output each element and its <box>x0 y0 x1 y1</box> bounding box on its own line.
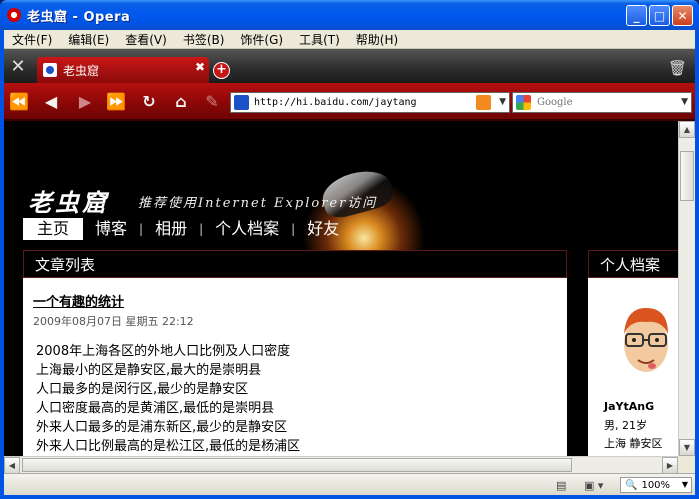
edit-icon[interactable]: ✎ <box>201 92 223 112</box>
site-subtitle: 推荐使用Internet Explorer访问 <box>138 196 378 211</box>
tools-icon[interactable]: ✕ <box>8 57 28 77</box>
profile-box: 个人档案 JaYtAnG 男, 21岁 上海 静安区 <box>588 250 678 456</box>
reload-icon[interactable]: ↻ <box>138 92 160 112</box>
menu-widgets[interactable]: 饰件(G) <box>232 31 291 48</box>
profile-gender-age: 男, 21岁 <box>604 419 647 432</box>
trash-icon[interactable]: 🗑 <box>668 59 687 77</box>
horizontal-scrollbar[interactable]: ◀ ▶ <box>4 456 678 474</box>
post-line: 上海最小的区是静安区,最大的是崇明县 <box>36 363 262 378</box>
avatar[interactable] <box>618 294 674 384</box>
search-dropdown-icon[interactable]: ▼ <box>681 97 688 107</box>
baidu-icon <box>43 63 57 77</box>
forward-icon[interactable]: ▶ <box>74 92 96 112</box>
navigation-bar: ⏪ ◀ ▶ ⏩ ↻ ⌂ ✎ ▼ ▼ <box>4 83 695 121</box>
scroll-right-icon[interactable]: ▶ <box>662 457 678 474</box>
menu-bookmarks[interactable]: 书签(B) <box>175 31 233 48</box>
profile-name[interactable]: JaYtAnG <box>604 400 654 413</box>
menu-file[interactable]: 文件(F) <box>4 31 60 48</box>
rss-icon[interactable] <box>476 95 491 110</box>
tab-close-icon[interactable]: ✖ <box>195 60 205 74</box>
google-icon <box>516 95 531 110</box>
nav-home[interactable]: 主页 <box>23 218 84 240</box>
nav-blog[interactable]: 博客 <box>83 218 139 240</box>
post-line: 人口密度最高的是黄浦区,最低的是崇明县 <box>36 401 275 416</box>
profile-location: 上海 静安区 <box>604 437 663 450</box>
menu-help[interactable]: 帮助(H) <box>348 31 406 48</box>
scroll-corner <box>678 456 695 473</box>
address-dropdown-icon[interactable]: ▼ <box>499 97 506 107</box>
zoom-select[interactable]: 🔍 100% ▼ <box>620 477 692 493</box>
article-list-heading: 文章列表 <box>23 250 567 278</box>
site-favicon <box>234 95 249 110</box>
post-line: 2008年上海各区的外地人口比例及人口密度 <box>36 344 291 359</box>
nav-album[interactable]: 相册 <box>143 218 199 240</box>
nav-profile[interactable]: 个人档案 <box>203 218 291 240</box>
scroll-left-icon[interactable]: ◀ <box>4 457 20 474</box>
tab-label: 老虫窟 <box>63 63 100 78</box>
menu-bar: 文件(F) 编辑(E) 查看(V) 书签(B) 饰件(G) 工具(T) 帮助(H… <box>4 30 695 49</box>
image-toggle-icon[interactable]: ▣ ▾ <box>584 479 603 492</box>
vertical-scrollbar[interactable]: ▲ ▼ <box>678 121 695 456</box>
address-bar[interactable]: ▼ <box>230 92 510 113</box>
status-bar: ▤ ▣ ▾ 🔍 100% ▼ <box>4 473 695 495</box>
vertical-scroll-thumb[interactable] <box>680 151 694 201</box>
post-date: 2009年08月07日 星期五 22:12 <box>33 315 194 328</box>
zoom-value: 100% <box>641 479 671 491</box>
article-list-box: 文章列表 一个有趣的统计 2009年08月07日 星期五 22:12 2008年… <box>23 250 567 456</box>
opera-icon <box>7 8 21 22</box>
tab-active[interactable]: 老虫窟 ✖ <box>37 57 209 83</box>
page-viewport: 老虫窟 推荐使用Internet Explorer访问 主页 博客 | 相册 |… <box>4 121 678 456</box>
site-title: 老虫窟 <box>28 188 109 217</box>
search-input[interactable] <box>537 97 667 108</box>
page-icon[interactable]: ▤ <box>556 479 566 492</box>
scroll-down-icon[interactable]: ▼ <box>679 439 695 456</box>
tab-bar: ✕ 老虫窟 ✖ + 🗑 <box>4 49 695 83</box>
menu-tools[interactable]: 工具(T) <box>291 31 348 48</box>
menu-edit[interactable]: 编辑(E) <box>60 31 117 48</box>
nav-friends[interactable]: 好友 <box>295 218 351 240</box>
window-controls: _ □ ✕ <box>626 5 693 26</box>
fast-forward-icon[interactable]: ⏩ <box>105 92 127 112</box>
post-line: 人口最多的是闵行区,最少的是静安区 <box>36 382 249 397</box>
zoom-icon: 🔍 <box>625 479 638 491</box>
new-tab-button[interactable]: + <box>213 62 230 79</box>
maximize-button[interactable]: □ <box>649 5 670 26</box>
minimize-button[interactable]: _ <box>626 5 647 26</box>
address-input[interactable] <box>254 97 464 108</box>
zoom-dropdown-icon[interactable]: ▼ <box>682 480 688 489</box>
horizontal-scroll-thumb[interactable] <box>22 458 572 472</box>
browser-window: 老虫窟 - Opera _ □ ✕ 文件(F) 编辑(E) 查看(V) 书签(B… <box>0 0 699 499</box>
search-box[interactable]: ▼ <box>512 92 692 113</box>
close-button[interactable]: ✕ <box>672 5 693 26</box>
title-bar[interactable]: 老虫窟 - Opera _ □ ✕ <box>0 0 699 30</box>
scroll-up-icon[interactable]: ▲ <box>679 121 695 138</box>
window-title: 老虫窟 - Opera <box>27 9 131 25</box>
menu-view[interactable]: 查看(V) <box>117 31 175 48</box>
home-icon[interactable]: ⌂ <box>170 92 192 112</box>
post-line: 外来人口最多的是浦东新区,最少的是静安区 <box>36 420 288 435</box>
post-title-link[interactable]: 一个有趣的统计 <box>33 291 124 310</box>
post-body: 2008年上海各区的外地人口比例及人口密度 上海最小的区是静安区,最大的是崇明县… <box>36 342 300 456</box>
back-icon[interactable]: ◀ <box>40 92 62 112</box>
rewind-icon[interactable]: ⏪ <box>8 92 30 112</box>
post-line: 外来人口比例最高的是松江区,最低的是杨浦区 <box>36 439 301 454</box>
profile-heading: 个人档案 <box>588 250 678 278</box>
site-nav: 主页 博客 | 相册 | 个人档案 | 好友 <box>23 218 351 240</box>
